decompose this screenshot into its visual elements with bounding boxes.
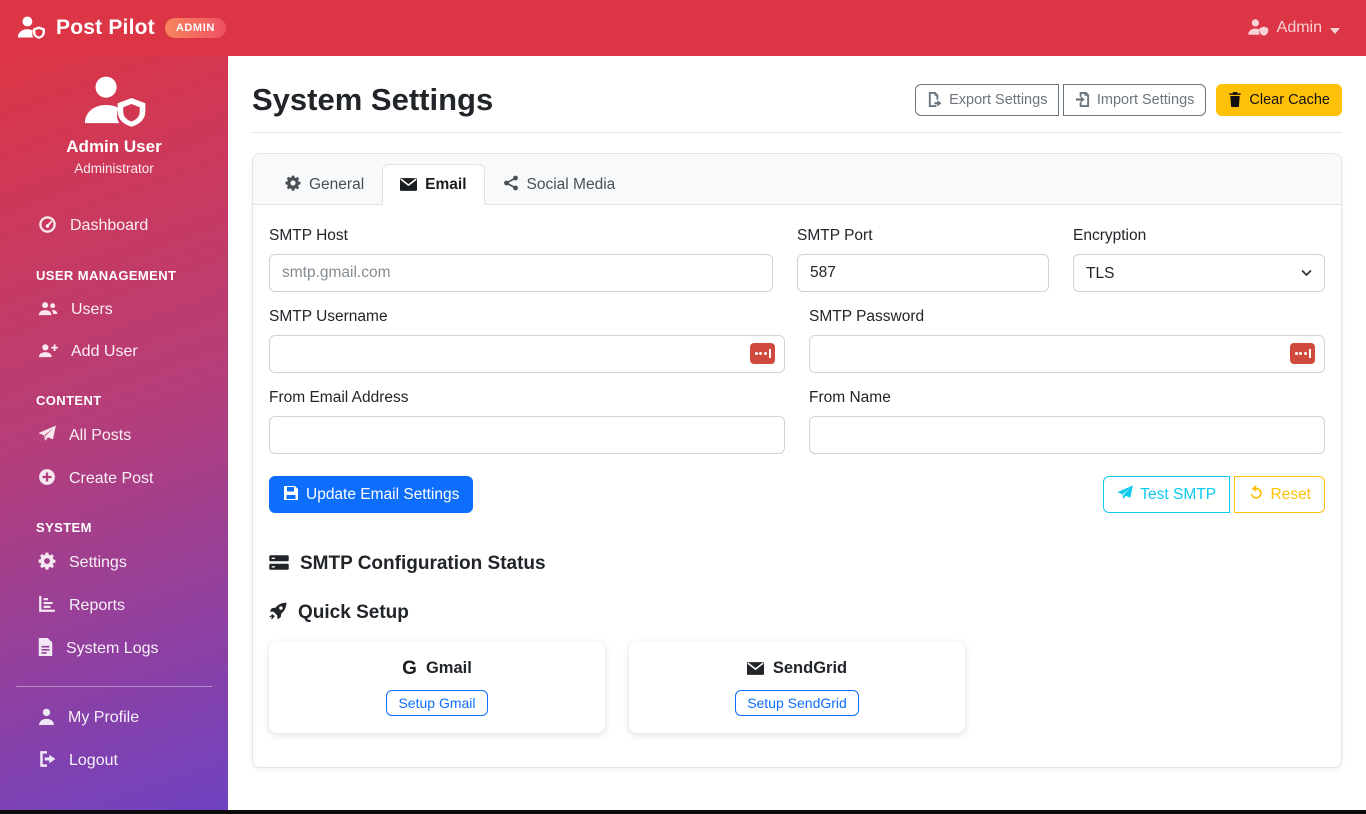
- setup-sendgrid-button[interactable]: Setup SendGrid: [735, 690, 859, 716]
- google-g-icon: G: [402, 658, 417, 679]
- sidebar-section-user-management: USER MANAGEMENT: [36, 268, 177, 283]
- provider-name: Gmail: [425, 659, 472, 677]
- file-export-icon: [927, 91, 942, 109]
- reset-button[interactable]: Reset: [1233, 476, 1325, 513]
- tab-social-media[interactable]: Social Media: [485, 164, 634, 205]
- provider-card-sendgrid: SendGrid Setup SendGrid: [629, 642, 965, 733]
- sidebar-item-settings[interactable]: Settings: [0, 541, 228, 584]
- from-email-label: From Email Address: [269, 389, 409, 406]
- save-icon: [283, 485, 299, 504]
- from-name-label: From Name: [809, 389, 891, 406]
- dashboard-icon: [38, 215, 57, 237]
- smtp-status-heading: SMTP Configuration Status: [300, 553, 546, 574]
- envelope-icon: [746, 659, 764, 678]
- sidebar-item-my-profile[interactable]: My Profile: [0, 697, 228, 739]
- quick-setup-heading: Quick Setup: [298, 602, 409, 623]
- paper-plane-icon: [38, 425, 56, 446]
- profile-name: Admin User: [66, 137, 162, 156]
- smtp-password-input[interactable]: [809, 335, 1325, 373]
- logout-icon: [38, 750, 56, 771]
- smtp-username-label: SMTP Username: [269, 308, 388, 325]
- sidebar-item-create-post[interactable]: Create Post: [0, 457, 228, 500]
- avatar-user-shield-icon: [81, 76, 147, 130]
- update-email-settings-button[interactable]: Update Email Settings: [269, 476, 474, 513]
- plus-circle-icon: [38, 468, 56, 489]
- sidebar-item-logout[interactable]: Logout: [0, 739, 228, 782]
- user-menu[interactable]: Admin: [1247, 18, 1340, 39]
- sidebar-divider: [16, 686, 212, 687]
- main-content: System Settings Export Settings Import S…: [228, 56, 1366, 810]
- file-icon: [38, 638, 53, 659]
- sidebar: Admin User Administrator Dashboard USER …: [0, 56, 228, 810]
- smtp-port-input[interactable]: [797, 254, 1049, 292]
- tab-email[interactable]: Email: [382, 164, 485, 205]
- setup-gmail-button[interactable]: Setup Gmail: [386, 690, 488, 716]
- gear-icon: [285, 175, 301, 194]
- window-bottom-edge: [0, 810, 1366, 814]
- clear-cache-button[interactable]: Clear Cache: [1216, 84, 1342, 116]
- sidebar-item-reports[interactable]: Reports: [0, 584, 228, 627]
- admin-badge: ADMIN: [164, 18, 226, 38]
- chart-bars-icon: [38, 595, 56, 616]
- rocket-icon: [269, 602, 287, 624]
- undo-icon: [1248, 485, 1264, 504]
- smtp-password-label: SMTP Password: [809, 308, 925, 325]
- sidebar-item-users[interactable]: Users: [0, 289, 228, 331]
- caret-down-icon: [1330, 19, 1340, 37]
- file-import-icon: [1075, 91, 1090, 109]
- page-title: System Settings: [252, 82, 494, 117]
- trash-icon: [1228, 91, 1242, 109]
- sidebar-section-system: SYSTEM: [36, 520, 92, 535]
- sidebar-item-dashboard[interactable]: Dashboard: [0, 204, 228, 248]
- sidebar-item-add-user[interactable]: Add User: [0, 331, 228, 373]
- brand[interactable]: Post Pilot ADMIN: [16, 14, 226, 43]
- profile-role: Administrator: [74, 161, 154, 176]
- server-icon: [269, 553, 289, 575]
- sidebar-profile: Admin User Administrator: [0, 56, 228, 176]
- import-settings-button[interactable]: Import Settings: [1062, 84, 1207, 116]
- envelope-icon: [400, 176, 418, 194]
- sidebar-item-system-logs[interactable]: System Logs: [0, 627, 228, 670]
- sidebar-section-content: CONTENT: [36, 393, 102, 408]
- password-manager-icon[interactable]: [750, 343, 775, 364]
- encryption-label: Encryption: [1073, 227, 1147, 244]
- export-settings-button[interactable]: Export Settings: [915, 84, 1060, 116]
- encryption-select[interactable]: TLS: [1073, 254, 1325, 292]
- user-plus-icon: [38, 342, 58, 362]
- password-manager-icon[interactable]: [1290, 343, 1315, 364]
- smtp-username-input[interactable]: [269, 335, 785, 373]
- top-navbar: Post Pilot ADMIN Admin: [0, 0, 1366, 56]
- user-icon: [38, 708, 55, 728]
- tab-general[interactable]: General: [267, 164, 382, 205]
- from-name-input[interactable]: [809, 416, 1325, 454]
- user-menu-label: Admin: [1276, 19, 1322, 36]
- smtp-host-input[interactable]: [269, 254, 773, 292]
- provider-name: SendGrid: [772, 659, 848, 677]
- user-shield-small-icon: [1247, 18, 1269, 39]
- settings-card: General Email Social Media SMTP Host smt…: [252, 153, 1342, 768]
- smtp-port-label: SMTP Port: [797, 227, 873, 244]
- from-email-input[interactable]: [269, 416, 785, 454]
- sidebar-item-all-posts[interactable]: All Posts: [0, 414, 228, 457]
- user-shield-icon: [16, 14, 46, 43]
- brand-title: Post Pilot: [56, 16, 155, 39]
- share-icon: [503, 175, 519, 194]
- paper-plane-icon: [1117, 485, 1134, 504]
- gear-icon: [38, 552, 56, 573]
- provider-card-gmail: G Gmail Setup Gmail: [269, 642, 605, 733]
- smtp-host-label: SMTP Host: [269, 227, 348, 244]
- users-icon: [38, 300, 58, 320]
- test-smtp-button[interactable]: Test SMTP: [1103, 476, 1231, 513]
